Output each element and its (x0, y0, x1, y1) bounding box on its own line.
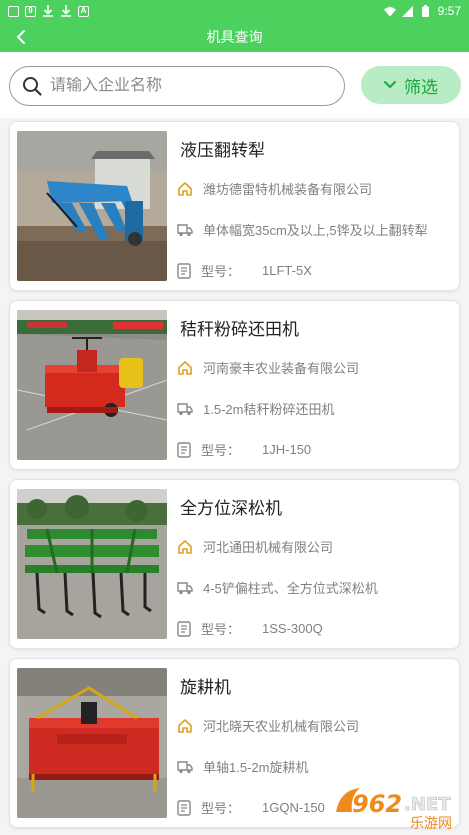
truck-icon (177, 223, 193, 236)
model-row: 型号： 1SS-300Q (177, 619, 323, 638)
a-notification-icon: A (78, 5, 89, 17)
battery-icon (420, 5, 432, 17)
model-label: 型号： (201, 443, 241, 458)
model-row: 型号： 1GQN-150 (177, 798, 325, 817)
equipment-description: 1.5-2m秸秆粉碎还田机 (203, 402, 335, 417)
wifi-icon (383, 5, 396, 17)
status-right: 9:57 (383, 4, 461, 18)
company-row: 潍坊德雷特机械装备有限公司 (177, 179, 372, 198)
company-row: 河北晓天农业机械有限公司 (177, 716, 359, 735)
model-number: 1SS-300Q (262, 621, 323, 636)
search-icon (23, 77, 42, 96)
page-title: 机具查询 (206, 29, 263, 45)
chevron-left-icon (17, 30, 25, 44)
equipment-card[interactable]: 全方位深松机 河北通田机械有限公司 4-5铲偏柱式、全方位式深松机 型号： 1S… (9, 479, 460, 649)
equipment-title: 全方位深松机 (180, 499, 282, 518)
truck-icon (177, 581, 193, 594)
description-row: 4-5铲偏柱式、全方位式深松机 (177, 578, 378, 597)
app-header: 机具查询 (0, 22, 469, 52)
equipment-title: 秸秆粉碎还田机 (180, 320, 299, 339)
home-icon (178, 181, 192, 196)
search-bar: 筛选 (0, 52, 469, 118)
search-box[interactable] (9, 66, 345, 106)
model-number: 1GQN-150 (262, 800, 325, 815)
company-name: 河北晓天农业机械有限公司 (203, 719, 360, 734)
equipment-image (17, 310, 167, 460)
status-bar: 9 A 9:57 (0, 0, 469, 22)
description-row: 单体幅宽35cm及以上,5铧及以上翻转犁 (177, 220, 428, 239)
download-icon (42, 5, 54, 17)
home-icon (178, 360, 192, 375)
description-row: 单轴1.5-2m旋耕机 (177, 757, 308, 776)
nine-notification-icon: 9 (25, 5, 36, 17)
company-row: 河北通田机械有限公司 (177, 537, 333, 556)
back-button[interactable] (8, 24, 34, 50)
equipment-image (17, 131, 167, 281)
equipment-description: 单轴1.5-2m旋耕机 (203, 760, 309, 775)
watermark-logo: 962 .NET 乐游网 (330, 782, 466, 832)
company-name: 河北通田机械有限公司 (203, 540, 334, 555)
chevron-down-icon (384, 81, 396, 88)
document-icon (177, 799, 191, 816)
download-icon (60, 5, 72, 17)
model-row: 型号： 1JH-150 (177, 440, 311, 459)
truck-icon (177, 402, 193, 415)
equipment-card[interactable]: 秸秆粉碎还田机 河南豪丰农业装备有限公司 1.5-2m秸秆粉碎还田机 型号： 1… (9, 300, 460, 470)
equipment-image (17, 668, 167, 818)
model-label: 型号： (201, 801, 241, 816)
company-name: 河南豪丰农业装备有限公司 (203, 361, 360, 376)
equipment-title: 液压翻转犁 (180, 141, 265, 160)
home-icon (178, 718, 192, 733)
equipment-description: 4-5铲偏柱式、全方位式深松机 (203, 581, 378, 596)
document-icon (177, 620, 191, 637)
company-name: 潍坊德雷特机械装备有限公司 (203, 182, 373, 197)
truck-icon (177, 760, 193, 773)
description-row: 1.5-2m秸秆粉碎还田机 (177, 399, 334, 418)
equipment-description: 单体幅宽35cm及以上,5铧及以上翻转犁 (203, 223, 428, 238)
model-number: 1JH-150 (262, 442, 312, 457)
filter-button[interactable]: 筛选 (361, 66, 461, 104)
model-row: 型号： 1LFT-5X (177, 261, 312, 280)
document-icon (177, 262, 191, 279)
company-row: 河南豪丰农业装备有限公司 (177, 358, 359, 377)
app-notification-icon (8, 5, 19, 17)
equipment-image (17, 489, 167, 639)
equipment-card[interactable]: 液压翻转犁 潍坊德雷特机械装备有限公司 单体幅宽35cm及以上,5铧及以上翻转犁… (9, 121, 460, 291)
signal-icon (402, 5, 414, 17)
model-label: 型号： (201, 264, 241, 279)
model-label: 型号： (201, 622, 241, 637)
svg-text:962: 962 (352, 790, 402, 818)
document-icon (177, 441, 191, 458)
status-left-icons: 9 A (8, 5, 89, 17)
svg-text:.NET: .NET (404, 794, 451, 815)
equipment-title: 旋耕机 (180, 678, 231, 697)
search-input[interactable] (50, 77, 320, 95)
filter-label: 筛选 (404, 77, 438, 97)
model-number: 1LFT-5X (262, 263, 312, 278)
svg-text:乐游网: 乐游网 (410, 816, 452, 832)
status-time: 9:57 (437, 4, 461, 18)
home-icon (178, 539, 192, 554)
